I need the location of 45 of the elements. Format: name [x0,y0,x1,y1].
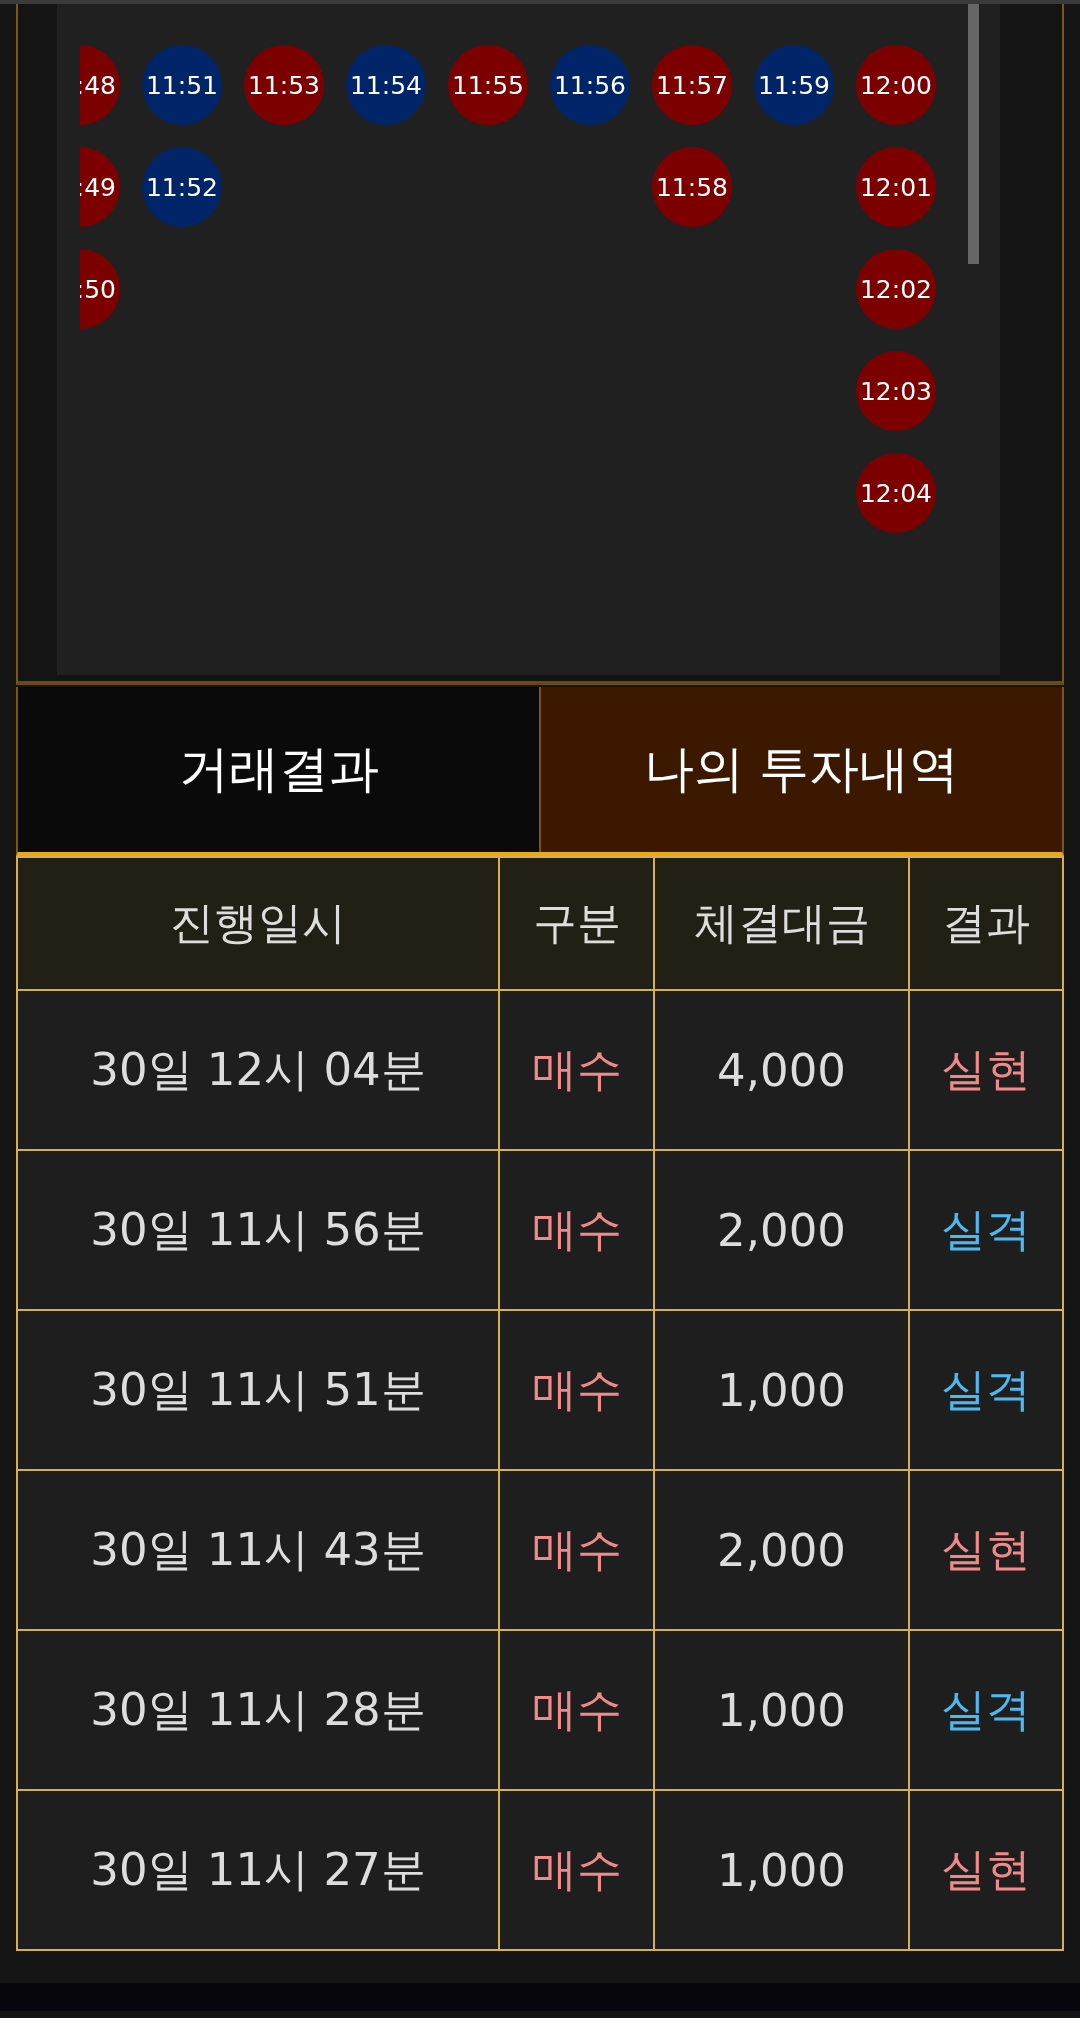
result-bead: 11:56 [550,45,630,125]
result-bead: 11:59 [754,45,834,125]
result-bead: 11:53 [244,45,324,125]
amount-cell: 1,000 [654,1790,909,1950]
result-bead: 11:57 [652,45,732,125]
result-bead: 12:04 [856,453,936,533]
result-bead: 12:00 [856,45,936,125]
result-bead: 11:51 [142,45,222,125]
result-bead: 12:01 [856,147,936,227]
date-cell: 30일 11시 43분 [17,1470,499,1630]
result-bead: 11:54 [346,45,426,125]
amount-cell: 4,000 [654,990,909,1150]
column-header: 결과 [909,857,1063,990]
column-header: 구분 [499,857,654,990]
date-cell: 30일 11시 56분 [17,1150,499,1310]
amount-cell: 2,000 [654,1470,909,1630]
side-cell: 매수 [499,1630,654,1790]
result-cell: 실격 [909,1150,1063,1310]
tab[interactable]: 거래결과 [18,687,539,852]
side-cell: 매수 [499,990,654,1150]
date-cell: 30일 11시 28분 [17,1630,499,1790]
result-bead: 12:03 [856,351,936,431]
column-header: 체결대금 [654,857,909,990]
amount-cell: 1,000 [654,1630,909,1790]
date-cell: 30일 11시 27분 [17,1790,499,1950]
result-cell: 실격 [909,1630,1063,1790]
column-header: 진행일시 [17,857,499,990]
result-bead: 11:58 [652,147,732,227]
side-cell: 매수 [499,1310,654,1470]
side-cell: 매수 [499,1470,654,1630]
side-cell: 매수 [499,1150,654,1310]
result-cell: 실현 [909,990,1063,1150]
amount-cell: 1,000 [654,1310,909,1470]
result-cell: 실현 [909,1790,1063,1950]
amount-cell: 2,000 [654,1150,909,1310]
date-cell: 30일 12시 04분 [17,990,499,1150]
date-cell: 30일 11시 51분 [17,1310,499,1470]
result-bead: 11:52 [142,147,222,227]
result-cell: 실격 [909,1310,1063,1470]
result-cell: 실현 [909,1470,1063,1630]
side-cell: 매수 [499,1790,654,1950]
result-bead: 11:55 [448,45,528,125]
result-bead: 12:02 [856,249,936,329]
scrollbar[interactable] [968,4,979,264]
tab[interactable]: 나의 투자내역 [539,687,1062,852]
